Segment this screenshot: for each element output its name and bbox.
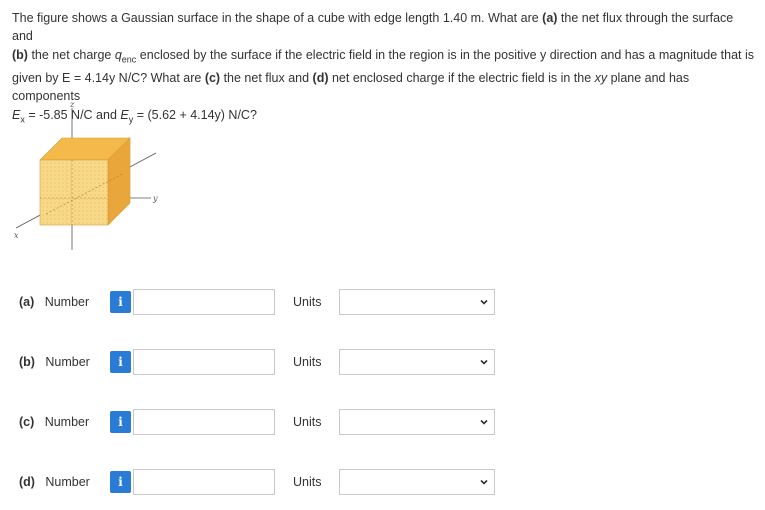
info-icon[interactable]: i (110, 471, 131, 493)
question-text-segment: given by E = 4.14y N/C? What are (12, 70, 205, 85)
answer-row-a: (a) Number i Units (19, 289, 759, 317)
question-text-segment: net enclosed charge if the electric fiel… (328, 70, 595, 85)
number-input-a[interactable] (133, 289, 275, 315)
number-label: Number (44, 415, 90, 429)
row-label: (d) Number (19, 475, 90, 489)
row-label: (a) Number (19, 295, 89, 309)
question-text-segment: the net flux and (220, 70, 313, 85)
answer-row-b: (b) Number i Units (19, 349, 759, 377)
number-label: Number (44, 295, 90, 309)
chevron-down-icon (480, 419, 488, 425)
units-select-b[interactable] (339, 349, 495, 375)
part-label: (c) (19, 415, 35, 429)
number-input-c[interactable] (133, 409, 275, 435)
part-label: (b) (19, 355, 35, 369)
number-label: Number (45, 475, 90, 489)
info-icon[interactable]: i (110, 291, 131, 313)
question-text-segment: enclosed by the surface if the electric … (136, 47, 755, 62)
part-c-tag: (c) (204, 70, 221, 85)
cube-front-face (39, 159, 109, 226)
answer-row-d: (d) Number i Units (19, 469, 759, 497)
part-a-tag: (a) (542, 11, 558, 25)
part-b-tag: (b) (12, 47, 28, 62)
info-glyph: i (118, 475, 123, 489)
info-glyph: i (118, 355, 123, 369)
part-label: (d) (19, 475, 35, 489)
units-select-a[interactable] (339, 289, 495, 315)
q-symbol: q (114, 47, 122, 62)
row-label: (c) Number (19, 415, 89, 429)
part-label: (a) (19, 295, 35, 309)
info-glyph: i (118, 415, 123, 429)
part-d-tag: (d) (312, 70, 329, 85)
cube-diagram: z y x (14, 100, 158, 258)
question-text-segment: the net charge (27, 47, 115, 62)
units-label: Units (293, 355, 322, 369)
chevron-down-icon (480, 479, 488, 485)
number-label: Number (45, 355, 90, 369)
units-label: Units (293, 475, 322, 489)
row-label: (b) Number (19, 355, 90, 369)
number-input-d[interactable] (133, 469, 275, 495)
y-axis-label: y (152, 194, 158, 203)
xy-symbol: xy (594, 70, 608, 85)
units-select-c[interactable] (339, 409, 495, 435)
number-input-b[interactable] (133, 349, 275, 375)
info-icon[interactable]: i (110, 411, 131, 433)
x-axis-label: x (14, 231, 19, 240)
chevron-down-icon (480, 359, 488, 365)
units-label: Units (293, 295, 322, 309)
info-icon[interactable]: i (110, 351, 131, 373)
chevron-down-icon (480, 299, 488, 305)
gaussian-cube-figure: z y x (6, 98, 178, 258)
units-label: Units (293, 415, 322, 429)
info-glyph: i (118, 295, 123, 309)
z-axis-label: z (69, 100, 75, 109)
units-select-d[interactable] (339, 469, 495, 495)
question-text-segment: The figure shows a Gaussian surface in t… (12, 11, 543, 25)
q-subscript: enc (121, 54, 137, 65)
answer-row-c: (c) Number i Units (19, 409, 759, 437)
